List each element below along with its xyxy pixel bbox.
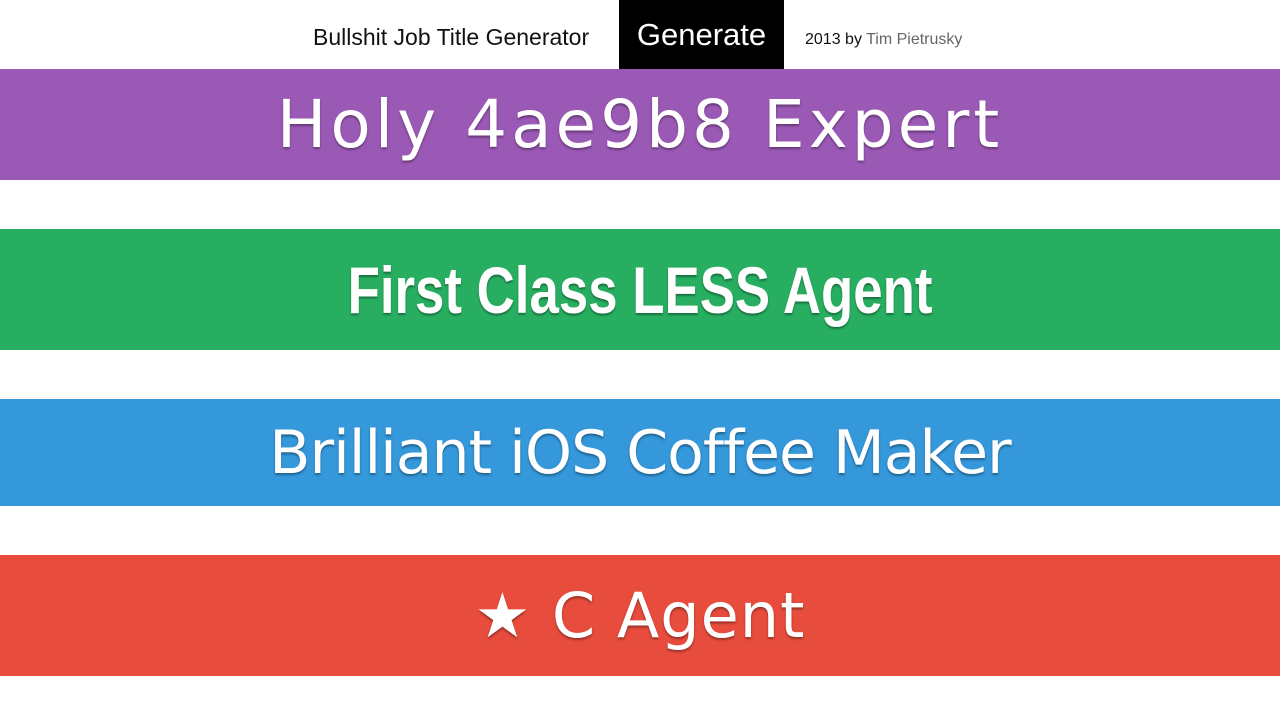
header-bar: Bullshit Job Title Generator Generate 20… <box>0 0 1280 69</box>
job-title-text: Brilliant iOS Coffee Maker <box>269 417 1011 488</box>
job-title-text: ★ C Agent <box>474 579 806 652</box>
author-link[interactable]: Tim Pietrusky <box>866 31 962 48</box>
site-title: Bullshit Job Title Generator <box>313 24 590 50</box>
generate-button[interactable]: Generate <box>619 0 784 69</box>
credit-line: 2013 by Tim Pietrusky <box>805 30 962 50</box>
job-title-band: ★ C Agent <box>0 555 1280 676</box>
job-title-band: Holy 4ae9b8 Expert <box>0 69 1280 180</box>
job-title-band: First Class LESS Agent <box>0 229 1280 350</box>
job-title-text: First Class LESS Agent <box>347 252 933 327</box>
job-title-band: Brilliant iOS Coffee Maker <box>0 399 1280 506</box>
credit-prefix: 2013 by <box>805 31 862 48</box>
job-title-text: Holy 4ae9b8 Expert <box>276 86 1004 163</box>
